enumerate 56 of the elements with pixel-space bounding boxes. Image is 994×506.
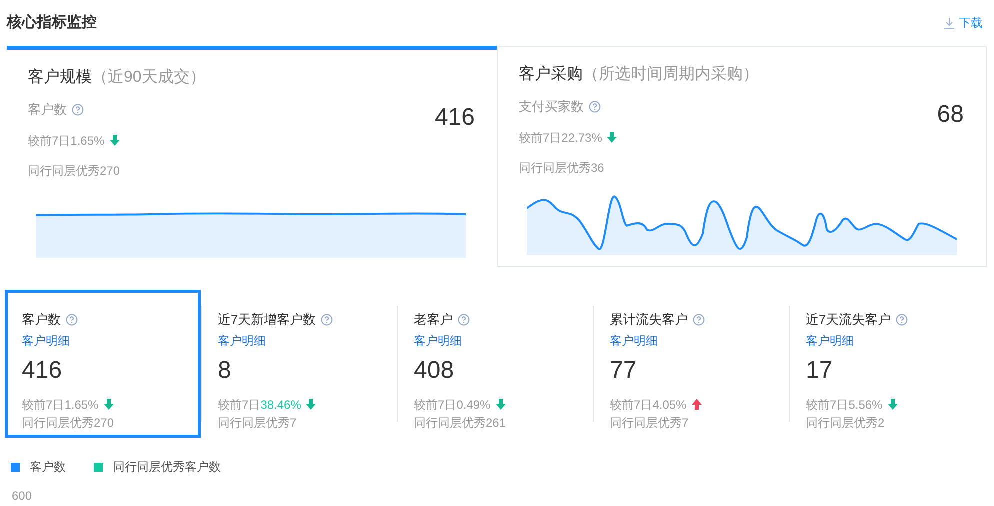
customer-detail-link[interactable]: 客户明细	[806, 332, 854, 350]
metric-tile[interactable]: 近7天流失客户 客户明细 17 较前7日 5.56% 同行同层优秀2	[789, 290, 985, 438]
change-text: 较前7日22.73%	[519, 130, 602, 146]
legend-label: 同行同层优秀客户数	[113, 459, 221, 476]
tile-value: 77	[610, 356, 638, 386]
help-icon[interactable]	[66, 314, 78, 326]
change-text: 较前7日 38.46%	[218, 396, 302, 414]
metric-tile[interactable]: 客户数 客户明细 416 较前7日 1.65% 同行同层优秀270	[5, 290, 201, 438]
metric-tile[interactable]: 老客户 客户明细 408 较前7日 0.49% 同行同层优秀261	[397, 290, 593, 438]
metric-tile[interactable]: 近7天新增客户数 客户明细 8 较前7日 38.46% 同行同层优秀7	[201, 290, 397, 438]
overview-card[interactable]: 客户采购（所选时间周期内采购） 支付买家数 较前7日22.73% 同行同层优秀36 68	[497, 47, 987, 267]
tile-label: 近7天新增客户数	[218, 311, 316, 329]
peer-text: 同行同层优秀2	[806, 414, 886, 432]
help-icon[interactable]	[896, 314, 908, 326]
help-icon[interactable]	[321, 314, 334, 326]
tile-value: 416	[22, 356, 64, 386]
change-text: 较前7日 4.05%	[610, 396, 687, 414]
customer-detail-link[interactable]: 客户明细	[22, 332, 70, 350]
tile-label: 客户数	[22, 311, 61, 329]
axis-label: 600	[12, 489, 32, 503]
help-icon[interactable]	[458, 314, 470, 326]
metric-tile[interactable]: 累计流失客户 客户明细 77 较前7日 4.05% 同行同层优秀7	[593, 290, 789, 438]
tile-label: 近7天流失客户	[806, 311, 892, 329]
card-subtitle: （近90天成交）	[92, 68, 206, 88]
download-icon	[944, 18, 955, 28]
peer-text: 同行同层优秀36	[519, 160, 606, 176]
change-text: 较前7日 1.65%	[22, 396, 99, 414]
peer-text: 同行同层优秀7	[218, 414, 298, 432]
change-text: 较前7日1.65%	[28, 132, 105, 150]
change-text: 较前7日 0.49%	[414, 396, 491, 414]
peer-text: 同行同层优秀7	[610, 414, 690, 432]
peer-text: 同行同层优秀270	[22, 414, 116, 432]
metric-value: 416	[434, 106, 475, 133]
peer-text: 同行同层优秀270	[28, 162, 120, 180]
tile-label: 老客户	[414, 311, 453, 329]
legend-label: 客户数	[30, 459, 66, 476]
help-icon[interactable]	[72, 104, 84, 116]
section-title: 核心指标监控	[7, 12, 97, 33]
tile-label: 累计流失客户	[610, 311, 688, 329]
customer-detail-link[interactable]: 客户明细	[610, 332, 658, 350]
help-icon[interactable]	[589, 100, 601, 113]
overview-card[interactable]: 客户规模（近90天成交） 客户数 较前7日1.65% 同行同层优秀270 416	[7, 46, 497, 268]
metric-label: 客户数	[28, 101, 67, 119]
customer-detail-link[interactable]: 客户明细	[414, 332, 462, 350]
metric-value: 68	[937, 103, 964, 130]
tile-value: 8	[218, 356, 232, 386]
card-subtitle: （所选时间周期内采购）	[583, 64, 759, 85]
card-title: 客户采购	[519, 64, 583, 85]
metric-label: 支付买家数	[519, 98, 584, 116]
card-title: 客户规模	[28, 68, 92, 88]
tile-value: 408	[414, 356, 456, 386]
customer-detail-link[interactable]: 客户明细	[218, 332, 266, 350]
peer-text: 同行同层优秀261	[414, 414, 508, 432]
help-icon[interactable]	[693, 314, 705, 326]
change-text: 较前7日 5.56%	[806, 396, 883, 414]
tile-value: 17	[806, 356, 834, 386]
